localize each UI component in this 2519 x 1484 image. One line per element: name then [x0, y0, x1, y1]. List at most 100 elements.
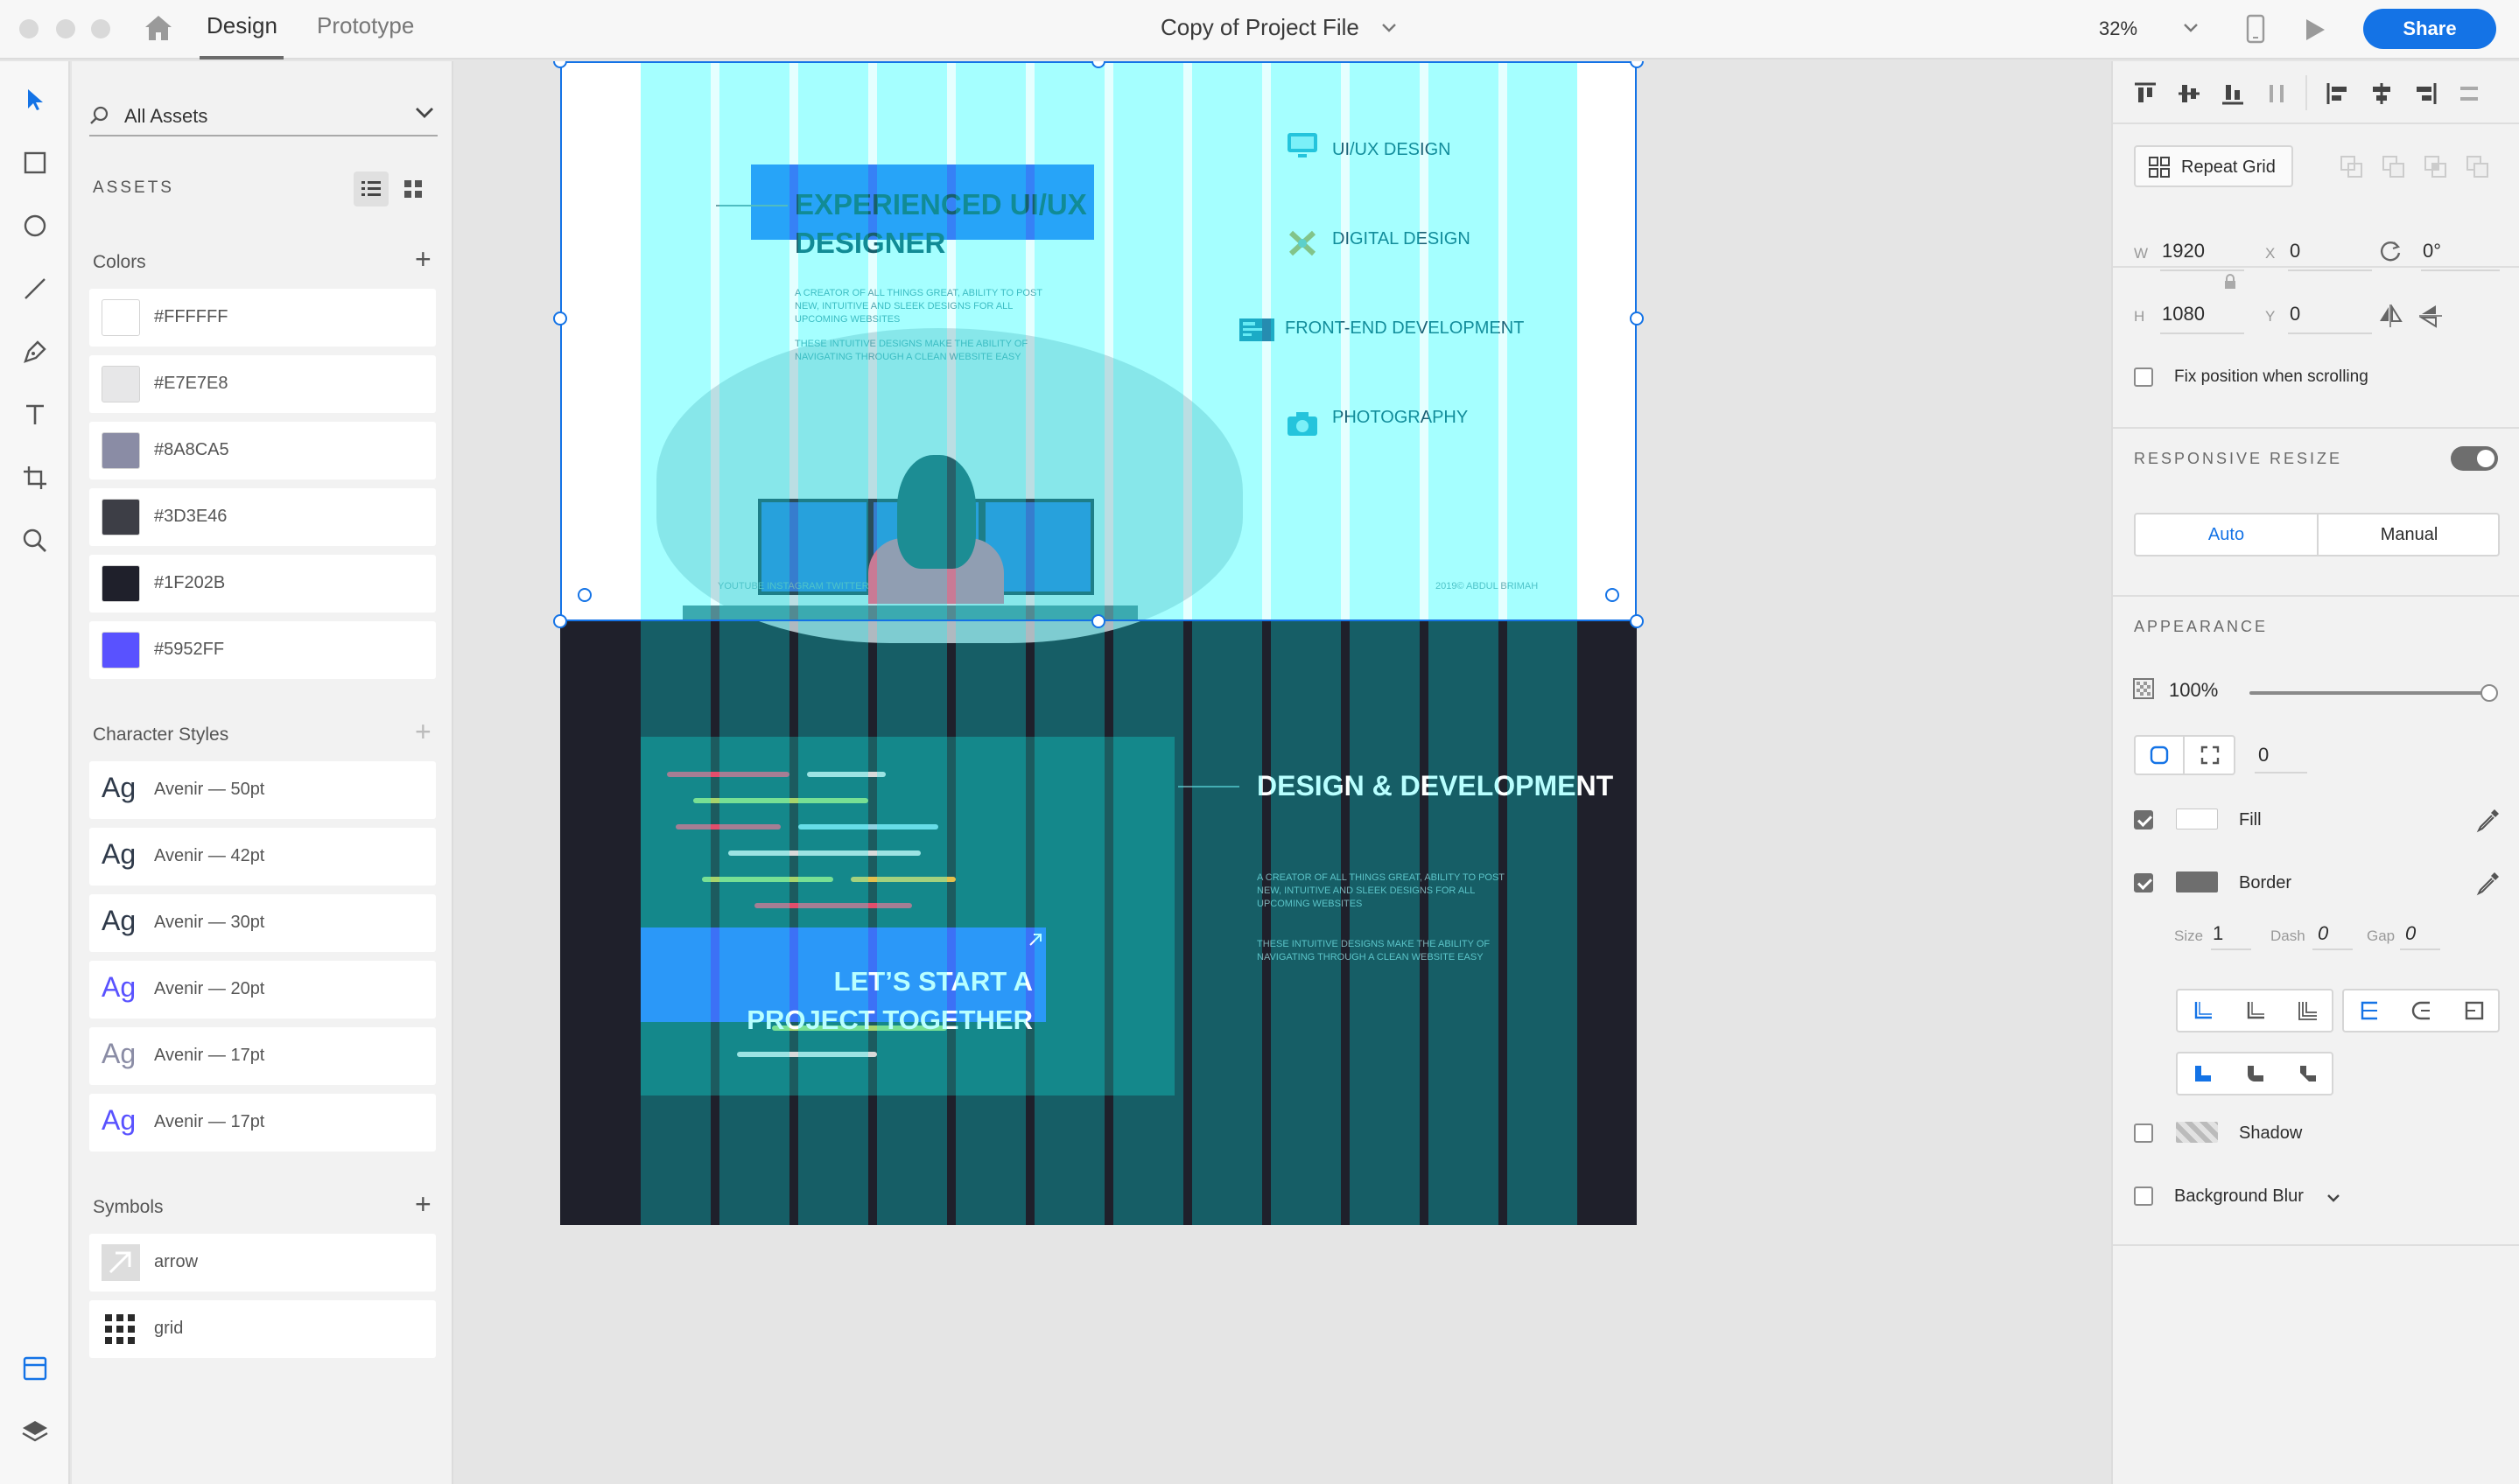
- select-tool-icon[interactable]: [19, 84, 51, 116]
- uniform-corners-icon[interactable]: [2136, 737, 2185, 774]
- border-gap-field[interactable]: 0: [2405, 922, 2416, 945]
- rectangle-tool-icon[interactable]: [19, 147, 51, 178]
- color-asset[interactable]: #FFFFFF: [89, 289, 436, 346]
- shadow-color-swatch[interactable]: [2176, 1122, 2218, 1143]
- play-icon[interactable]: [2304, 18, 2326, 42]
- resize-handle[interactable]: [1630, 614, 1644, 628]
- design-canvas[interactable]: EXPERIENCED UI/UX DESIGNER A CREATOR OF …: [455, 61, 2109, 1484]
- add-symbol-button[interactable]: +: [415, 1190, 432, 1218]
- boolean-subtract-icon[interactable]: [2379, 152, 2409, 182]
- line-tool-icon[interactable]: [19, 273, 51, 304]
- grid-view-icon[interactable]: [396, 172, 431, 206]
- character-style-asset[interactable]: Ag Avenir — 50pt: [89, 761, 436, 819]
- tab-design[interactable]: Design: [207, 12, 277, 39]
- border-inner-icon[interactable]: [2178, 990, 2228, 1031]
- border-color-swatch[interactable]: [2176, 872, 2218, 892]
- border-outer-icon[interactable]: [2230, 990, 2281, 1031]
- list-view-icon[interactable]: [354, 172, 389, 206]
- rotation-field[interactable]: 0°: [2423, 240, 2441, 262]
- device-preview-icon[interactable]: [2246, 14, 2265, 44]
- distribute-vertical-icon[interactable]: [2262, 79, 2291, 108]
- eyedropper-icon[interactable]: [2475, 807, 2501, 833]
- background-blur-checkbox[interactable]: [2134, 1186, 2153, 1206]
- border-center-icon[interactable]: [2283, 990, 2333, 1031]
- flip-horizontal-icon[interactable]: [2375, 301, 2405, 331]
- border-dash-field[interactable]: 0: [2318, 922, 2328, 945]
- color-asset[interactable]: #1F202B: [89, 555, 436, 612]
- round-join-icon[interactable]: [2396, 990, 2447, 1031]
- ellipse-tool-icon[interactable]: [19, 210, 51, 242]
- share-button[interactable]: Share: [2363, 9, 2496, 49]
- boolean-exclude-icon[interactable]: [2463, 152, 2493, 182]
- boolean-intersect-icon[interactable]: [2421, 152, 2451, 182]
- opacity-slider-thumb[interactable]: [2480, 684, 2498, 702]
- align-left-icon[interactable]: [2323, 79, 2353, 108]
- assets-panel-icon[interactable]: [19, 1353, 51, 1384]
- window-zoom-button[interactable]: [91, 19, 110, 38]
- character-style-asset[interactable]: Ag Avenir — 30pt: [89, 894, 436, 952]
- zoom-tool-icon[interactable]: [19, 525, 51, 556]
- flip-vertical-icon[interactable]: [2416, 301, 2445, 331]
- shadow-checkbox[interactable]: [2134, 1124, 2153, 1143]
- align-middle-icon[interactable]: [2174, 79, 2204, 108]
- eyedropper-icon[interactable]: [2475, 870, 2501, 896]
- text-tool-icon[interactable]: [19, 399, 51, 430]
- color-asset[interactable]: #8A8CA5: [89, 422, 436, 480]
- responsive-resize-toggle[interactable]: [2451, 446, 2498, 471]
- border-size-field[interactable]: 1: [2213, 922, 2223, 945]
- align-right-icon[interactable]: [2410, 79, 2440, 108]
- width-field[interactable]: 1920: [2162, 240, 2205, 262]
- lock-aspect-icon[interactable]: [2220, 271, 2241, 292]
- resize-handle[interactable]: [1091, 614, 1105, 628]
- artboard-tool-icon[interactable]: [19, 462, 51, 494]
- resize-mode-manual[interactable]: Manual: [2319, 514, 2500, 555]
- butt-cap-icon[interactable]: [2178, 1054, 2228, 1094]
- fill-checkbox[interactable]: [2134, 810, 2153, 830]
- character-style-asset[interactable]: Ag Avenir — 17pt: [89, 1094, 436, 1152]
- distribute-horizontal-icon[interactable]: [2454, 79, 2484, 108]
- resize-handle[interactable]: [1630, 312, 1644, 326]
- add-color-button[interactable]: +: [415, 245, 432, 273]
- window-minimize-button[interactable]: [56, 19, 75, 38]
- corner-radius-field[interactable]: 0: [2258, 744, 2269, 766]
- square-cap-icon[interactable]: [2283, 1054, 2333, 1094]
- add-character-style-button[interactable]: +: [415, 718, 432, 746]
- border-checkbox[interactable]: [2134, 873, 2153, 892]
- resize-handle[interactable]: [553, 312, 567, 326]
- fix-position-checkbox[interactable]: [2134, 368, 2153, 387]
- opacity-slider-track[interactable]: [2249, 691, 2489, 695]
- individual-corners-icon[interactable]: [2186, 737, 2234, 774]
- fill-color-swatch[interactable]: [2176, 808, 2218, 830]
- bevel-join-icon[interactable]: [2449, 990, 2500, 1031]
- character-style-asset[interactable]: Ag Avenir — 42pt: [89, 828, 436, 886]
- zoom-level[interactable]: 32%: [2099, 18, 2137, 40]
- miter-join-icon[interactable]: [2344, 990, 2395, 1031]
- document-title[interactable]: Copy of Project File: [1161, 14, 1359, 41]
- artboard[interactable]: EXPERIENCED UI/UX DESIGNER A CREATOR OF …: [553, 61, 1644, 1225]
- align-center-icon[interactable]: [2367, 79, 2396, 108]
- y-field[interactable]: 0: [2290, 303, 2300, 326]
- boolean-add-icon[interactable]: [2337, 152, 2367, 182]
- color-asset[interactable]: #E7E7E8: [89, 355, 436, 413]
- padding-handle[interactable]: [1605, 588, 1619, 602]
- pen-tool-icon[interactable]: [19, 336, 51, 368]
- chevron-down-icon[interactable]: [2326, 1194, 2340, 1202]
- symbol-asset[interactable]: arrow: [89, 1234, 436, 1292]
- tab-prototype[interactable]: Prototype: [317, 12, 414, 39]
- align-bottom-icon[interactable]: [2218, 79, 2248, 108]
- color-asset[interactable]: #3D3E46: [89, 488, 436, 546]
- height-field[interactable]: 1080: [2162, 303, 2205, 326]
- color-asset[interactable]: #5952FF: [89, 621, 436, 679]
- character-style-asset[interactable]: Ag Avenir — 20pt: [89, 961, 436, 1018]
- character-style-asset[interactable]: Ag Avenir — 17pt: [89, 1027, 436, 1085]
- repeat-grid-button[interactable]: Repeat Grid: [2134, 145, 2293, 187]
- align-top-icon[interactable]: [2130, 79, 2160, 108]
- opacity-value[interactable]: 100%: [2169, 679, 2218, 702]
- home-icon[interactable]: [144, 14, 173, 42]
- round-cap-icon[interactable]: [2230, 1054, 2281, 1094]
- selection-bounds[interactable]: [560, 61, 1637, 621]
- layers-panel-icon[interactable]: [19, 1416, 51, 1447]
- symbol-asset[interactable]: grid: [89, 1300, 436, 1358]
- asset-filter-dropdown[interactable]: All Assets: [89, 93, 438, 136]
- resize-handle[interactable]: [553, 614, 567, 628]
